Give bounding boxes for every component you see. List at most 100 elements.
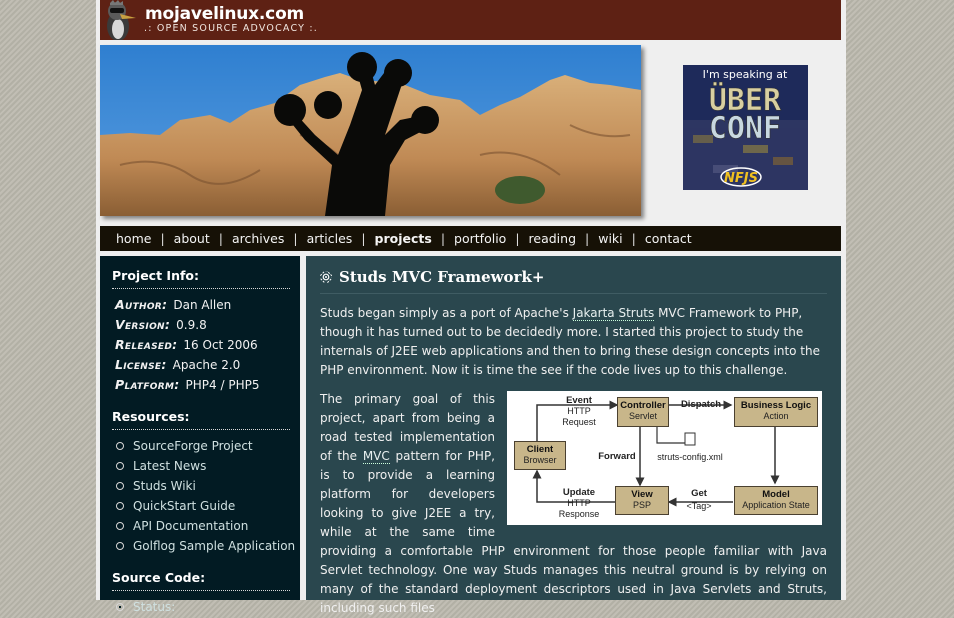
info-value: Apache 2.0: [172, 358, 241, 372]
nav-separator: |: [361, 231, 366, 246]
bullet-icon: [116, 462, 124, 470]
info-label: Platform:: [115, 377, 180, 392]
event-title: Event: [566, 395, 592, 406]
event-label: Event HTTP Request: [557, 395, 601, 428]
main-nav: home | about | archives | articles | pro…: [100, 226, 841, 251]
bullet-icon: [116, 482, 124, 490]
nav-portfolio[interactable]: portfolio: [454, 231, 506, 246]
nav-separator: |: [631, 231, 636, 246]
resource-link-news[interactable]: Latest News: [133, 456, 206, 476]
diagram-model-box: Model Application State: [734, 486, 818, 515]
page-title-row: Studs MVC Framework+: [320, 268, 827, 294]
nav-projects[interactable]: projects: [375, 231, 432, 246]
config-file-label: struts-config.xml: [657, 452, 723, 462]
resource-item: SourceForge Project: [116, 436, 300, 456]
nav-about[interactable]: about: [174, 231, 210, 246]
nav-contact[interactable]: contact: [645, 231, 692, 246]
nav-home[interactable]: home: [116, 231, 151, 246]
info-value: Dan Allen: [173, 298, 232, 312]
view-title: View: [631, 489, 653, 500]
get-sub: <Tag>: [686, 501, 712, 511]
ad-badge: NFJS: [724, 171, 758, 186]
business-title: Business Logic: [740, 400, 812, 411]
update-label: Update HTTP Response: [557, 487, 601, 520]
main-content: Studs MVC Framework+ Studs began simply …: [306, 256, 841, 615]
bullet-icon: [116, 442, 124, 450]
resource-item: Golflog Sample Application: [116, 536, 300, 556]
goal-paragraph: Client Browser Controller Servlet Business…: [320, 390, 827, 618]
intro-paragraph: Studs began simply as a port of Apache's…: [320, 304, 827, 380]
client-sub: Browser: [523, 455, 557, 465]
dispatch-text: Dispatch: [680, 399, 722, 410]
nav-separator: |: [160, 231, 165, 246]
info-value: PHP4 / PHP5: [185, 378, 260, 392]
bullet-icon: [116, 522, 124, 530]
project-info-heading: Project Info:: [112, 268, 290, 289]
resource-item: Studs Wiki: [116, 476, 300, 496]
client-title: Client: [526, 444, 554, 455]
controller-sub: Servlet: [628, 411, 657, 421]
diagram-client-box: Client Browser: [514, 441, 566, 470]
bullet-icon: [116, 502, 124, 510]
project-info-list: Author: Dan Allen Version: 0.9.8 Released:…: [115, 295, 300, 395]
target-icon: [320, 271, 332, 283]
info-row-author: Author: Dan Allen: [115, 295, 300, 315]
resource-item: Latest News: [116, 456, 300, 476]
mvc-link[interactable]: MVC: [362, 449, 390, 464]
resource-link-api[interactable]: API Documentation: [133, 516, 248, 536]
banner-image: [100, 45, 641, 216]
nav-separator: |: [515, 231, 520, 246]
tux-logo-icon: [107, 0, 136, 40]
info-row-released: Released: 16 Oct 2006: [115, 335, 300, 355]
resource-link-golflog[interactable]: Golflog Sample Application: [133, 536, 295, 556]
jakarta-struts-link[interactable]: Jakarta Struts: [572, 306, 655, 321]
mvc-diagram: Client Browser Controller Servlet Business…: [507, 391, 822, 525]
bullet-icon: [116, 603, 124, 611]
ad-line1: I'm speaking at: [703, 68, 788, 81]
nav-separator: |: [218, 231, 223, 246]
p1-text: Studs began simply as a port of Apache's: [320, 306, 573, 320]
nav-separator: |: [585, 231, 590, 246]
update-sub1: HTTP: [567, 498, 591, 508]
resource-item: API Documentation: [116, 516, 300, 536]
diagram-business-box: Business Logic Action: [734, 397, 818, 427]
controller-title: Controller: [620, 400, 666, 411]
site-tagline: .: OPEN SOURCE ADVOCACY :.: [144, 23, 318, 34]
nav-articles[interactable]: articles: [307, 231, 353, 246]
info-label: Version:: [115, 317, 171, 332]
source-link-status[interactable]: Status:: [133, 597, 175, 617]
info-value: 16 Oct 2006: [183, 338, 258, 352]
ad-line3: CONF: [709, 111, 781, 146]
source-code-heading: Source Code:: [112, 570, 290, 591]
event-sub1: HTTP: [567, 406, 591, 416]
get-label: Get <Tag>: [679, 487, 719, 513]
sidebar: Project Info: Author: Dan Allen Version: 0…: [100, 256, 300, 614]
resource-link-wiki[interactable]: Studs Wiki: [133, 476, 196, 496]
model-title: Model: [762, 489, 790, 500]
resources-heading: Resources:: [112, 409, 290, 430]
resources-list: SourceForge Project Latest News Studs Wi…: [116, 436, 300, 556]
info-value: 0.9.8: [176, 318, 207, 332]
uberconf-ad[interactable]: I'm speaking at ÜBER CONF NFJS: [683, 65, 808, 190]
resource-link-quickstart[interactable]: QuickStart Guide: [133, 496, 235, 516]
page-title: Studs MVC Framework+: [339, 268, 545, 286]
nav-reading[interactable]: reading: [529, 231, 576, 246]
model-sub: Application State: [742, 500, 810, 510]
update-title: Update: [562, 487, 596, 498]
forward-label: Forward: [595, 447, 639, 466]
forward-text: Forward: [598, 451, 636, 462]
event-sub2: Request: [562, 417, 596, 427]
nav-archives[interactable]: archives: [232, 231, 284, 246]
dispatch-label: Dispatch: [673, 395, 729, 414]
view-sub: PSP: [632, 500, 651, 510]
info-row-platform: Platform: PHP4 / PHP5: [115, 375, 300, 395]
info-row-version: Version: 0.9.8: [115, 315, 300, 335]
site-title[interactable]: mojavelinux.com: [145, 4, 304, 24]
masthead: mojavelinux.com .: OPEN SOURCE ADVOCACY …: [100, 0, 841, 40]
nav-wiki[interactable]: wiki: [598, 231, 622, 246]
source-code-list: Status:: [116, 597, 300, 617]
update-sub2: Response: [558, 509, 600, 519]
resource-item: QuickStart Guide: [116, 496, 300, 516]
diagram-controller-box: Controller Servlet: [617, 397, 669, 427]
resource-link-sourceforge[interactable]: SourceForge Project: [133, 436, 253, 456]
